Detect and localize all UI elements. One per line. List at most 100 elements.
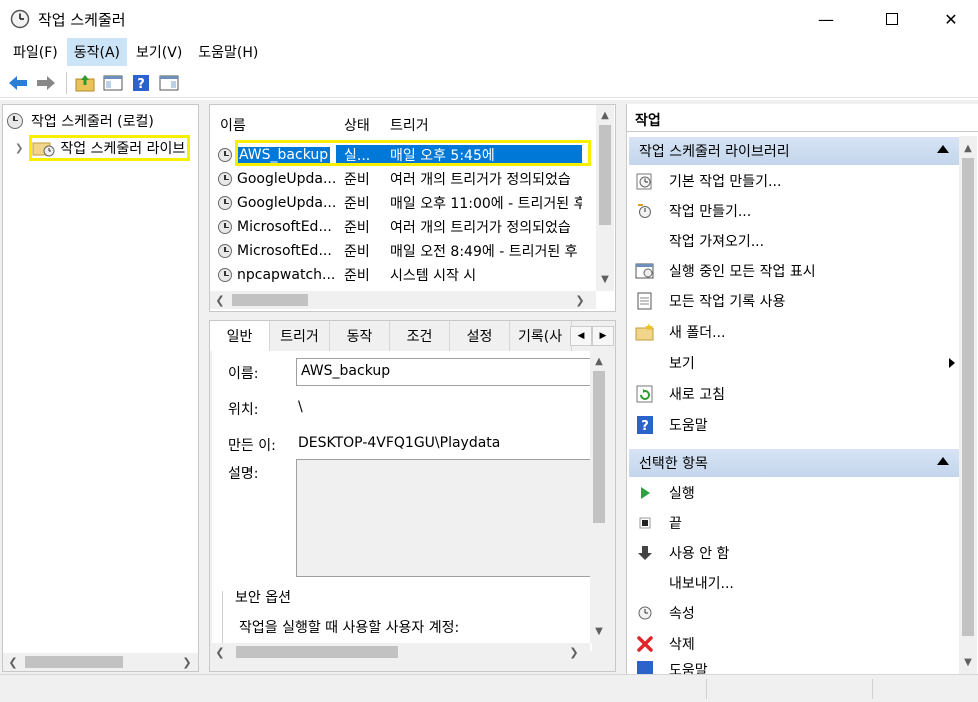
description-field[interactable] [296,459,592,577]
action-properties[interactable]: 속성 [635,599,955,627]
tree-horizontal-scrollbar[interactable]: ❮ ❯ [3,653,198,671]
menu-file[interactable]: 파일(F) [6,38,65,66]
tab-general[interactable]: 일반 [210,321,270,351]
action-import-task[interactable]: 작업 가져오기... [635,227,955,255]
scroll-left-icon[interactable]: ❮ [212,643,228,661]
tree-item-library[interactable]: ❯ 작업 스케줄러 라이브 [15,135,191,161]
task-detail-pane: 일반 트리거 동작 조건 설정 기록(사 ◀ ▶ 이름: AWS_backup … [209,320,616,672]
action-help-selected[interactable]: 도움말 [635,660,955,674]
task-trigger: 매일 오후 11:00에 - 트리거된 후 [390,196,582,212]
delete-icon [637,636,653,652]
help-icon [637,661,653,674]
action-display-running-tasks[interactable]: 실행 중인 모든 작업 표시 [635,257,955,285]
task-list: 이름 상태 트리거 AWS_backup 실... 매일 오후 5:45에 Go… [209,104,616,312]
task-name: MicrosoftEd... [237,219,332,235]
menu-help[interactable]: 도움말(H) [191,38,265,66]
location-label: 위치: [228,402,259,418]
action-enable-all-tasks-history[interactable]: 모든 작업 기록 사용 [635,287,955,315]
stop-icon [639,517,651,529]
action-help[interactable]: ? 도움말 [635,411,955,439]
task-row[interactable]: AWS_backup 실... 매일 오후 5:45에 [218,143,588,167]
back-button[interactable] [6,71,30,95]
help-toolbar-button[interactable]: ? [129,71,153,95]
scroll-up-icon[interactable]: ▲ [959,140,977,156]
refresh-icon [636,385,653,403]
action-refresh[interactable]: 새로 고침 [635,380,955,408]
menu-view[interactable]: 보기(V) [129,38,189,66]
task-row[interactable]: GoogleUpda... 준비 매일 오후 11:00에 - 트리거된 후 [218,191,588,215]
scroll-left-icon[interactable]: ❮ [5,653,21,671]
action-delete[interactable]: 삭제 [635,630,955,658]
detail-tabs: 일반 트리거 동작 조건 설정 기록(사 [210,321,615,351]
action-label: 실행 [669,486,695,502]
section-selected-item[interactable]: 선택한 항목 [629,449,959,477]
help-icon: ? [637,416,653,434]
scroll-down-icon[interactable]: ▼ [590,623,608,639]
collapse-caret-icon[interactable] [937,457,949,465]
maximize-button[interactable] [866,0,918,38]
column-header-name[interactable]: 이름 [220,115,246,135]
status-divider [872,679,873,699]
tab-scroll-left-button[interactable]: ◀ [570,326,592,346]
action-run[interactable]: 실행 [635,479,955,507]
action-label: 작업 가져오기... [669,234,765,250]
tab-triggers[interactable]: 트리거 [270,321,330,351]
column-header-trigger[interactable]: 트리거 [390,115,429,135]
action-create-basic-task[interactable]: 기본 작업 만들기... [635,167,955,195]
action-create-task[interactable]: 작업 만들기... [635,197,955,225]
scroll-up-icon[interactable]: ▲ [596,107,614,123]
detail-vertical-scrollbar[interactable]: ▲ ▼ [590,351,608,643]
scroll-thumb[interactable] [25,656,123,668]
task-list-horizontal-scrollbar[interactable]: ❮ ❯ [210,291,596,309]
task-row[interactable]: MicrosoftEd... 준비 여러 개의 트리거가 정의되었습 [218,215,588,239]
security-options-text: 작업을 실행할 때 사용할 사용자 계정: [239,620,460,636]
task-clock-icon [218,196,232,210]
action-label: 끝 [669,516,682,532]
scroll-thumb[interactable] [236,646,398,658]
scroll-thumb[interactable] [599,125,611,225]
task-trigger: 여러 개의 트리거가 정의되었습 [390,172,571,188]
menu-action[interactable]: 동작(A) [66,38,128,66]
action-disable[interactable]: 사용 안 함 [635,539,955,567]
forward-button[interactable] [34,71,58,95]
scroll-right-icon[interactable]: ❯ [566,643,582,661]
task-list-vertical-scrollbar[interactable]: ▲ ▼ [596,105,614,291]
scroll-up-icon[interactable]: ▲ [590,353,608,369]
tree-root[interactable]: 작업 스케줄러 (로컬) [7,111,154,131]
scroll-thumb[interactable] [232,294,308,306]
task-name: GoogleUpda... [237,171,336,187]
scroll-down-icon[interactable]: ▼ [596,271,614,287]
scroll-down-icon[interactable]: ▼ [959,654,977,670]
scroll-right-icon[interactable]: ❯ [572,291,588,309]
column-header-status[interactable]: 상태 [344,115,370,135]
action-end[interactable]: 끝 [635,509,955,537]
task-row[interactable]: MicrosoftEd... 준비 매일 오전 8:49에 - 트리거된 후 [218,239,588,263]
action-view[interactable]: 보기 [635,349,955,377]
tab-scroll-right-button[interactable]: ▶ [592,326,614,346]
tab-conditions[interactable]: 조건 [390,321,450,351]
tab-history[interactable]: 기록(사 [510,321,572,351]
scroll-thumb[interactable] [962,158,974,636]
collapse-caret-icon[interactable] [937,145,949,153]
tab-actions[interactable]: 동작 [330,321,390,351]
show-hide-action-pane-button[interactable] [157,71,181,95]
detail-horizontal-scrollbar[interactable]: ❮ ❯ [210,643,590,661]
up-folder-button[interactable] [73,71,97,95]
show-hide-console-tree-button[interactable] [101,71,125,95]
task-row[interactable]: npcapwatch... 준비 시스템 시작 시 [218,263,588,287]
close-button[interactable]: ✕ [925,0,977,38]
minimize-button[interactable]: — [800,0,852,38]
action-export[interactable]: 내보내기... [635,569,955,597]
scroll-left-icon[interactable]: ❮ [212,291,228,309]
action-label: 속성 [669,606,695,622]
actions-vertical-scrollbar[interactable]: ▲ ▼ [959,136,977,674]
action-new-folder[interactable]: 새 폴더... [635,318,955,346]
scroll-thumb[interactable] [593,371,605,523]
task-row[interactable]: GoogleUpda... 준비 여러 개의 트리거가 정의되었습 [218,167,588,191]
scroll-right-icon[interactable]: ❯ [179,653,195,671]
tab-settings[interactable]: 설정 [450,321,510,351]
section-library-label: 작업 스케줄러 라이브러리 [639,144,790,160]
name-field[interactable]: AWS_backup [296,358,592,386]
action-label: 사용 안 함 [669,546,730,562]
section-library[interactable]: 작업 스케줄러 라이브러리 [629,137,959,165]
